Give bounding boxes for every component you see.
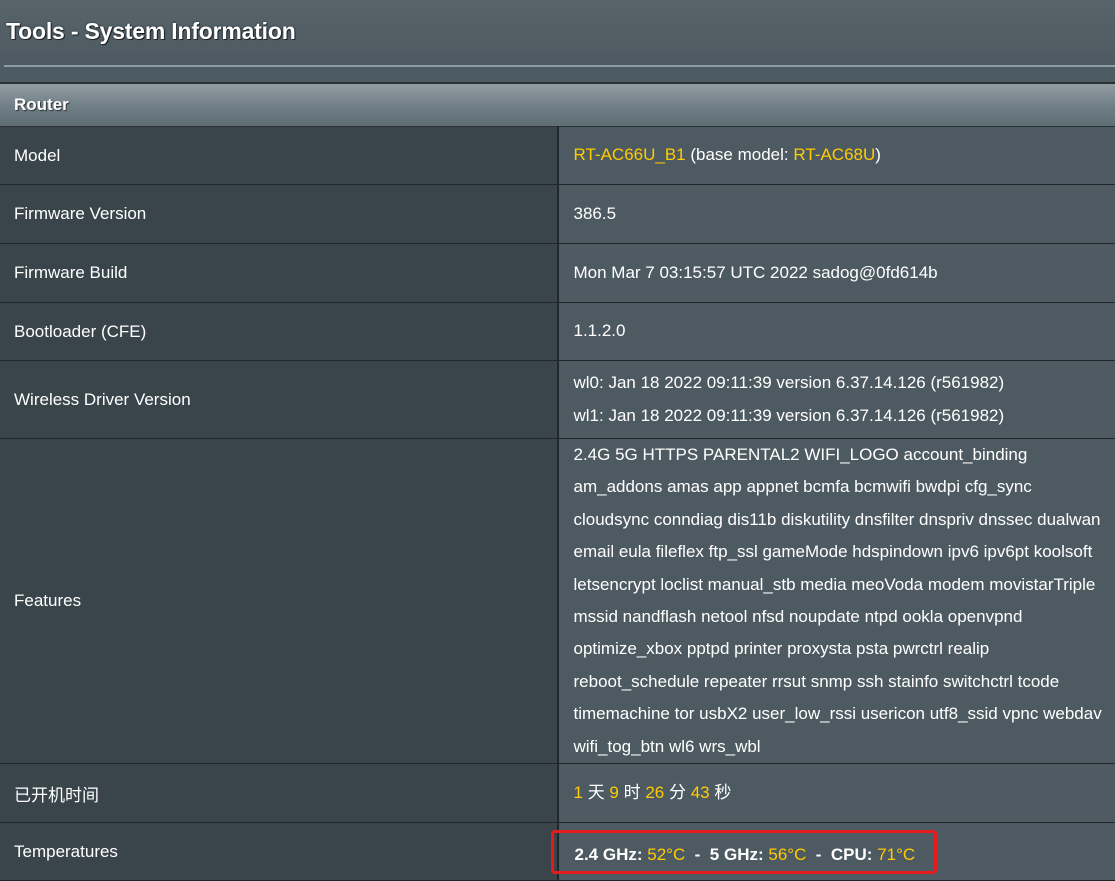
model-label: Model bbox=[0, 127, 558, 185]
table-row-wireless-driver: Wireless Driver Version wl0: Jan 18 2022… bbox=[0, 361, 1115, 439]
temp-cpu-value: 71°C bbox=[877, 845, 915, 864]
bootloader-value: 1.1.2.0 bbox=[558, 303, 1115, 361]
uptime-hours: 9 bbox=[609, 783, 618, 802]
features-label: Features bbox=[0, 439, 558, 764]
firmware-build-value: Mon Mar 7 03:15:57 UTC 2022 sadog@0fd614… bbox=[558, 244, 1115, 303]
uptime-days: 1 bbox=[574, 783, 583, 802]
router-info-table: Router Model RT-AC66U_B1 (base model: RT… bbox=[0, 82, 1115, 881]
firmware-version-value: 386.5 bbox=[558, 185, 1115, 244]
table-row-model: Model RT-AC66U_B1 (base model: RT-AC68U) bbox=[0, 127, 1115, 185]
temperatures-value: 2.4 GHz: 52°C - 5 GHz: 56°C - CPU: 71°C bbox=[558, 823, 1115, 881]
temp-24ghz-value: 52°C bbox=[647, 845, 685, 864]
temp-cpu-label: CPU: bbox=[831, 845, 877, 864]
page-title: Tools - System Information bbox=[6, 18, 296, 45]
features-value: 2.4G 5G HTTPS PARENTAL2 WIFI_LOGO accoun… bbox=[558, 439, 1115, 764]
wireless-driver-label: Wireless Driver Version bbox=[0, 361, 558, 439]
uptime-value: 1 天 9 时 26 分 43 秒 bbox=[558, 764, 1115, 823]
model-value: RT-AC66U_B1 (base model: RT-AC68U) bbox=[558, 127, 1115, 185]
temp-5ghz-value: 56°C bbox=[768, 845, 806, 864]
firmware-build-label: Firmware Build bbox=[0, 244, 558, 303]
temp-separator-1: - bbox=[685, 845, 710, 864]
model-name: RT-AC66U_B1 bbox=[574, 145, 686, 164]
firmware-version-label: Firmware Version bbox=[0, 185, 558, 244]
table-row-firmware-version: Firmware Version 386.5 bbox=[0, 185, 1115, 244]
uptime-minutes-unit: 分 bbox=[664, 783, 690, 802]
temp-24ghz-label: 2.4 GHz: bbox=[575, 845, 648, 864]
table-row-bootloader: Bootloader (CFE) 1.1.2.0 bbox=[0, 303, 1115, 361]
base-model-name: RT-AC68U bbox=[793, 145, 875, 164]
temperatures-label: Temperatures bbox=[0, 823, 558, 881]
section-header-row: Router bbox=[0, 83, 1115, 127]
table-row-firmware-build: Firmware Build Mon Mar 7 03:15:57 UTC 20… bbox=[0, 244, 1115, 303]
uptime-seconds: 43 bbox=[691, 783, 710, 802]
wireless-driver-value: wl0: Jan 18 2022 09:11:39 version 6.37.1… bbox=[558, 361, 1115, 439]
wl1-driver-version: wl1: Jan 18 2022 09:11:39 version 6.37.1… bbox=[574, 400, 1104, 432]
uptime-minutes: 26 bbox=[645, 783, 664, 802]
section-header-router: Router bbox=[0, 83, 1115, 127]
temp-5ghz-label: 5 GHz: bbox=[710, 845, 769, 864]
uptime-seconds-unit: 秒 bbox=[710, 783, 732, 802]
bootloader-label: Bootloader (CFE) bbox=[0, 303, 558, 361]
model-base-prefix: (base model: bbox=[686, 145, 794, 164]
uptime-days-unit: 天 bbox=[583, 783, 609, 802]
table-row-features: Features 2.4G 5G HTTPS PARENTAL2 WIFI_LO… bbox=[0, 439, 1115, 764]
temp-separator-2: - bbox=[806, 845, 831, 864]
model-base-suffix: ) bbox=[875, 145, 881, 164]
uptime-label: 已开机时间 bbox=[0, 764, 558, 823]
temperatures-highlight-box: 2.4 GHz: 52°C - 5 GHz: 56°C - CPU: 71°C bbox=[551, 830, 938, 874]
table-row-uptime: 已开机时间 1 天 9 时 26 分 43 秒 bbox=[0, 764, 1115, 823]
uptime-hours-unit: 时 bbox=[619, 783, 645, 802]
wl0-driver-version: wl0: Jan 18 2022 09:11:39 version 6.37.1… bbox=[574, 367, 1104, 399]
header-divider bbox=[4, 65, 1115, 67]
table-row-temperatures: Temperatures 2.4 GHz: 52°C - 5 GHz: 56°C… bbox=[0, 823, 1115, 881]
page-header: Tools - System Information bbox=[0, 0, 1115, 66]
